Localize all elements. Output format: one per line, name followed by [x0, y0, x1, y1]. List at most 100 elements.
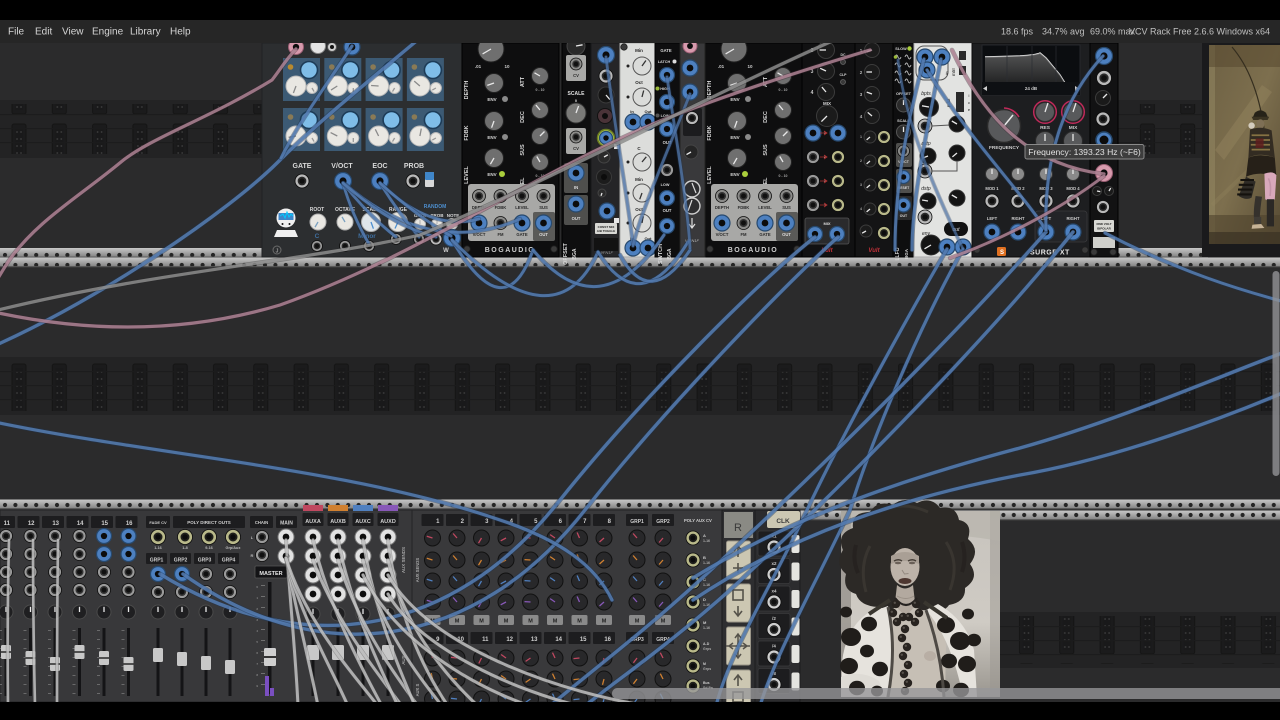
svg-text:CLK: CLK: [776, 518, 790, 525]
svg-text:M: M: [635, 619, 640, 625]
svg-text:GATE: GATE: [660, 48, 672, 53]
svg-text:CHAIN: CHAIN: [255, 520, 268, 525]
svg-text:DEC: DEC: [520, 111, 526, 123]
svg-text:FDBK: FDBK: [707, 125, 713, 140]
svg-text:OUT: OUT: [663, 208, 672, 213]
svg-text:GRP4: GRP4: [222, 558, 236, 564]
svg-text:13: 13: [531, 637, 538, 643]
svg-text:View: View: [62, 27, 84, 38]
svg-text:AUX SENDS: AUX SENDS: [401, 547, 406, 573]
svg-text:LATCH: LATCH: [658, 60, 671, 64]
svg-text:9-16: 9-16: [205, 546, 213, 550]
svg-text:GATE: GATE: [516, 232, 528, 237]
svg-text:Grps: Grps: [703, 667, 711, 671]
svg-text:1-16: 1-16: [703, 626, 710, 630]
svg-text:Help: Help: [170, 27, 191, 38]
svg-text:M: M: [602, 619, 607, 625]
svg-text:In: In: [630, 109, 634, 114]
svg-text:R: R: [251, 553, 254, 558]
svg-text:MAIN: MAIN: [280, 521, 293, 527]
svg-text:GRP2: GRP2: [174, 558, 188, 564]
svg-text:AUX S: AUX S: [415, 684, 420, 697]
svg-text:11: 11: [482, 637, 489, 643]
svg-text:DEC: DEC: [763, 111, 769, 123]
svg-text:SUS: SUS: [520, 144, 526, 156]
svg-text:24 dB: 24 dB: [1025, 86, 1038, 91]
svg-text:R: R: [734, 522, 742, 534]
svg-text:GATE: GATE: [293, 163, 312, 170]
svg-text:A: A: [703, 533, 706, 538]
svg-text:M: M: [455, 619, 460, 625]
svg-text:Engine: Engine: [92, 27, 124, 38]
svg-text:4: 4: [811, 90, 814, 96]
svg-text:IN: IN: [574, 185, 578, 190]
svg-text:x4: x4: [771, 589, 777, 594]
svg-text:OFFSET: OFFSET: [563, 243, 569, 265]
svg-text:/4: /4: [772, 644, 776, 649]
svg-text:FADE CV: FADE CV: [149, 520, 167, 525]
svg-text:c: c: [968, 100, 970, 105]
svg-text:EOC: EOC: [372, 163, 387, 170]
svg-text:15: 15: [580, 637, 587, 643]
svg-text:BGA: BGA: [572, 248, 578, 260]
svg-text:LEFT: LEFT: [987, 216, 998, 221]
svg-text:SURGE XT: SURGE XT: [1030, 250, 1070, 257]
svg-text:B: B: [703, 555, 706, 560]
svg-text:MASTER: MASTER: [259, 571, 282, 577]
svg-text:18.6 fps: 18.6 fps: [1001, 27, 1034, 37]
svg-text:.01: .01: [718, 64, 725, 69]
svg-text:SWTCH: SWTCH: [658, 244, 664, 264]
svg-text:14: 14: [77, 521, 84, 527]
svg-text:V/OCT: V/OCT: [331, 163, 353, 170]
svg-text:BOGAUDIO: BOGAUDIO: [728, 247, 779, 254]
svg-text:Vult: Vult: [868, 248, 880, 254]
svg-text:CV: CV: [573, 73, 579, 78]
svg-text:Bus: Bus: [703, 681, 710, 685]
svg-text:GRP1: GRP1: [630, 519, 644, 525]
svg-text:34.7% avg: 34.7% avg: [1042, 27, 1085, 37]
svg-text:0 - 10: 0 - 10: [536, 88, 545, 92]
svg-text:MOD 1: MOD 1: [985, 186, 999, 191]
svg-text:10: 10: [504, 64, 510, 69]
svg-text:mtrr: mtrr: [951, 68, 956, 76]
svg-text:LEVEL: LEVEL: [464, 166, 470, 184]
svg-text:ENV: ENV: [487, 97, 496, 102]
svg-text:M: M: [479, 619, 484, 625]
svg-text:D: D: [703, 597, 706, 602]
svg-text:POLY DIRECT OUTS: POLY DIRECT OUTS: [187, 520, 231, 525]
svg-text:BGA: BGA: [667, 248, 673, 260]
svg-text:OUT: OUT: [900, 214, 908, 218]
svg-text:DEPTH: DEPTH: [464, 81, 470, 100]
svg-text:C: C: [315, 233, 320, 240]
svg-text:16: 16: [126, 521, 133, 527]
svg-text:bpts: bpts: [921, 91, 931, 97]
svg-text:SUS: SUS: [539, 205, 548, 210]
svg-text:RES: RES: [1040, 125, 1051, 131]
svg-text:FDBK: FDBK: [738, 205, 750, 210]
svg-text:GRP1: GRP1: [150, 558, 164, 564]
svg-text:Edit: Edit: [35, 27, 52, 38]
svg-text:BOGAUDIO: BOGAUDIO: [485, 247, 536, 254]
svg-text:1-16: 1-16: [703, 539, 710, 543]
svg-text:SLOW: SLOW: [895, 47, 907, 51]
svg-text:RIGHT: RIGHT: [1066, 216, 1079, 221]
svg-text:FDBK: FDBK: [464, 125, 470, 140]
svg-text:POLY AUX CV: POLY AUX CV: [684, 518, 712, 523]
svg-text:.01: .01: [475, 64, 482, 69]
svg-text:0 - 10: 0 - 10: [779, 174, 788, 178]
svg-text:dstp: dstp: [921, 186, 931, 192]
svg-text:OUT: OUT: [539, 232, 548, 237]
svg-text:LEVEL: LEVEL: [707, 166, 713, 184]
svg-text:MIX: MIX: [823, 221, 830, 226]
svg-text:ENV: ENV: [730, 135, 739, 140]
svg-text:ENV: ENV: [730, 172, 739, 177]
svg-text:A-D: A-D: [703, 642, 710, 646]
svg-text:CLP: CLP: [840, 73, 848, 77]
svg-text:ATT: ATT: [520, 76, 526, 87]
svg-text:0 - 10: 0 - 10: [779, 88, 788, 92]
svg-text:10: 10: [747, 64, 753, 69]
svg-text:W: W: [443, 248, 449, 254]
svg-text:15: 15: [101, 521, 108, 527]
svg-text:A/B TOGGLE: A/B TOGGLE: [597, 229, 616, 233]
svg-text:AUX SENDS: AUX SENDS: [415, 558, 420, 582]
